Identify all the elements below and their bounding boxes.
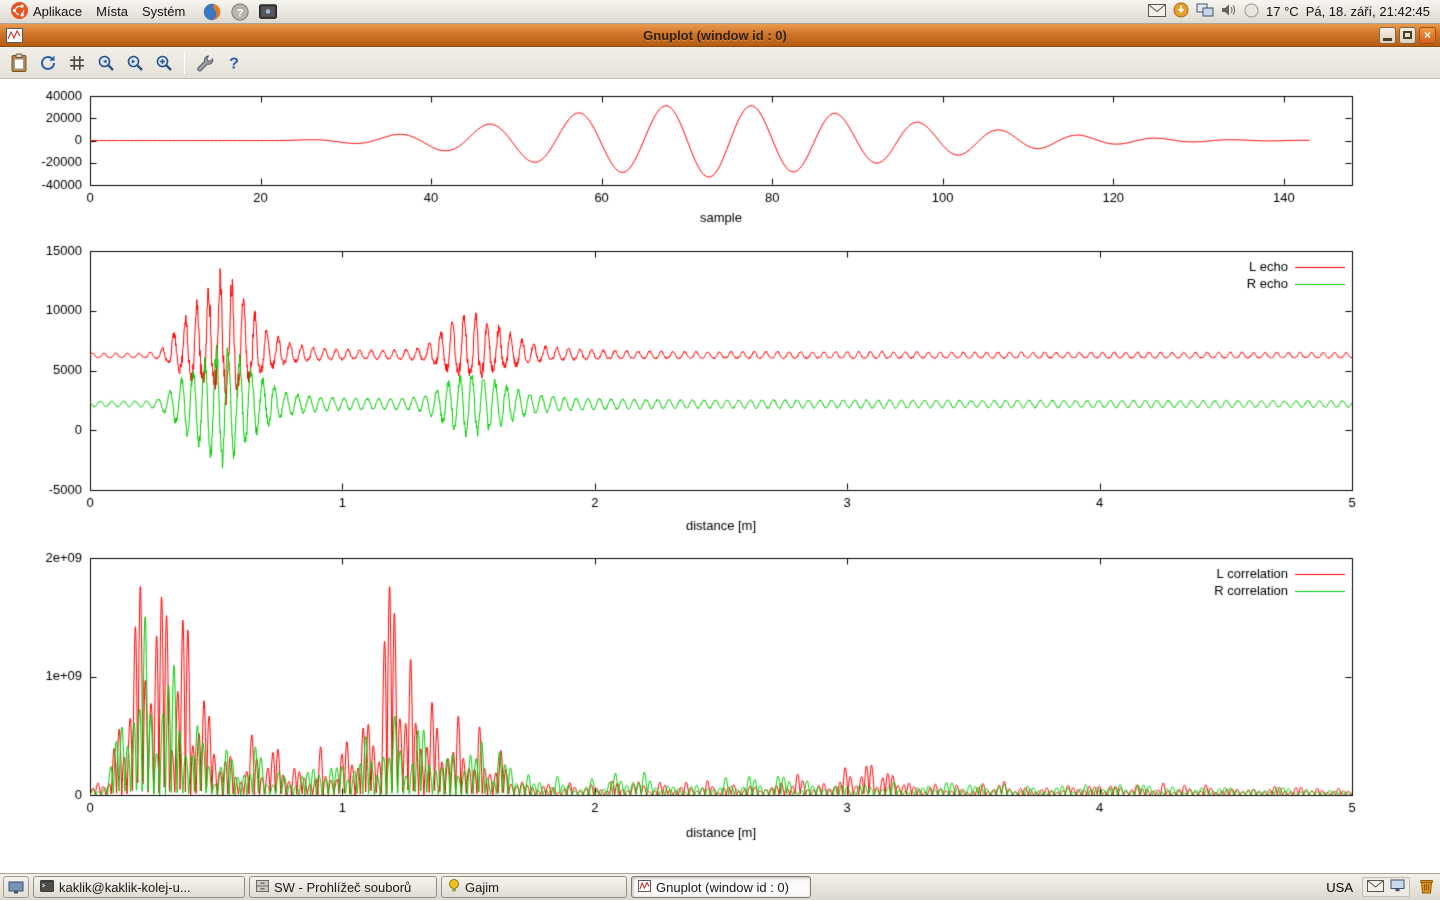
show-desktop-button[interactable] bbox=[3, 876, 29, 898]
applications-menu[interactable]: Aplikace bbox=[4, 1, 89, 23]
task-label: kaklik@kaklik-kolej-u... bbox=[59, 880, 191, 895]
help-icon[interactable]: ? bbox=[228, 1, 252, 23]
desktop: Aplikace Místa Systém ? bbox=[0, 0, 1440, 900]
system-menu-label: Systém bbox=[142, 4, 185, 19]
toolbar-separator bbox=[184, 52, 185, 74]
titlebar[interactable]: Gnuplot (window id : 0) × bbox=[0, 24, 1440, 47]
zoom-previous-icon[interactable] bbox=[93, 50, 119, 76]
gnuplot-window: Gnuplot (window id : 0) × bbox=[0, 24, 1440, 873]
toggle-grid-icon[interactable] bbox=[64, 50, 90, 76]
zoom-next-icon[interactable] bbox=[122, 50, 148, 76]
ubuntu-logo-icon bbox=[11, 2, 28, 22]
task-gnuplot[interactable]: Gnuplot (window id : 0) bbox=[631, 876, 811, 898]
minimize-icon bbox=[1383, 38, 1392, 41]
task-label: Gajim bbox=[465, 880, 499, 895]
window-title: Gnuplot (window id : 0) bbox=[60, 28, 1370, 43]
plot-area bbox=[0, 79, 1440, 873]
terminal-icon bbox=[40, 880, 54, 895]
maximize-icon bbox=[1403, 31, 1412, 39]
software-update-icon[interactable] bbox=[1173, 2, 1189, 21]
network-icon[interactable] bbox=[1196, 3, 1214, 20]
window-controls: × bbox=[1379, 27, 1436, 44]
temperature-indicator[interactable]: 17 °C bbox=[1266, 4, 1299, 19]
svg-text:?: ? bbox=[237, 7, 244, 19]
show-desktop-icon bbox=[8, 881, 24, 894]
task-terminal[interactable]: kaklik@kaklik-kolej-u... bbox=[33, 876, 245, 898]
notification-area bbox=[1362, 877, 1410, 897]
weather-icon[interactable] bbox=[1244, 3, 1259, 21]
screenshot-icon[interactable] bbox=[256, 1, 280, 23]
chart-sample-waveform[interactable] bbox=[0, 79, 1440, 241]
trash-icon[interactable] bbox=[1419, 878, 1434, 897]
task-file-manager[interactable]: SW - Prohlížeč souborů bbox=[249, 876, 437, 898]
applications-menu-label: Aplikace bbox=[33, 4, 82, 19]
task-label: Gnuplot (window id : 0) bbox=[656, 880, 789, 895]
gnuplot-window-icon[interactable] bbox=[6, 28, 23, 43]
gnuplot-icon bbox=[638, 880, 651, 895]
plot-toolbar: ? bbox=[0, 47, 1440, 79]
panel-launchers: ? bbox=[200, 1, 280, 23]
task-label: SW - Prohlížeč souborů bbox=[274, 880, 411, 895]
display-settings-icon[interactable] bbox=[1390, 879, 1405, 895]
replot-icon[interactable] bbox=[35, 50, 61, 76]
clock-indicator[interactable]: Pá, 18. září, 21:42:45 bbox=[1306, 4, 1430, 19]
volume-icon[interactable] bbox=[1221, 3, 1237, 20]
configure-icon[interactable] bbox=[192, 50, 218, 76]
mail-icon[interactable] bbox=[1148, 4, 1166, 20]
taskbar-tray: USA bbox=[1326, 877, 1437, 897]
taskbar: kaklik@kaklik-kolej-u... SW - Prohlížeč … bbox=[0, 873, 1440, 900]
svg-text:?: ? bbox=[229, 55, 239, 72]
autoscale-icon[interactable] bbox=[151, 50, 177, 76]
panel-status-area: 17 °C Pá, 18. září, 21:42:45 bbox=[1148, 2, 1436, 21]
gajim-icon bbox=[448, 879, 460, 895]
chart-echo[interactable] bbox=[0, 241, 1440, 547]
firefox-icon[interactable] bbox=[200, 1, 224, 23]
file-manager-icon bbox=[256, 880, 269, 895]
minimize-button[interactable] bbox=[1379, 27, 1396, 44]
help-toolbar-icon[interactable]: ? bbox=[221, 50, 247, 76]
chart-correlation[interactable] bbox=[0, 547, 1440, 861]
top-panel: Aplikace Místa Systém ? bbox=[0, 0, 1440, 24]
mail-notification-icon[interactable] bbox=[1367, 880, 1384, 895]
system-menu[interactable]: Systém bbox=[135, 1, 192, 23]
copy-to-clipboard-icon[interactable] bbox=[6, 50, 32, 76]
places-menu-label: Místa bbox=[96, 4, 128, 19]
close-button[interactable]: × bbox=[1419, 27, 1436, 44]
maximize-button[interactable] bbox=[1399, 27, 1416, 44]
task-gajim[interactable]: Gajim bbox=[441, 876, 627, 898]
places-menu[interactable]: Místa bbox=[89, 1, 135, 23]
keyboard-layout-indicator[interactable]: USA bbox=[1326, 880, 1353, 895]
